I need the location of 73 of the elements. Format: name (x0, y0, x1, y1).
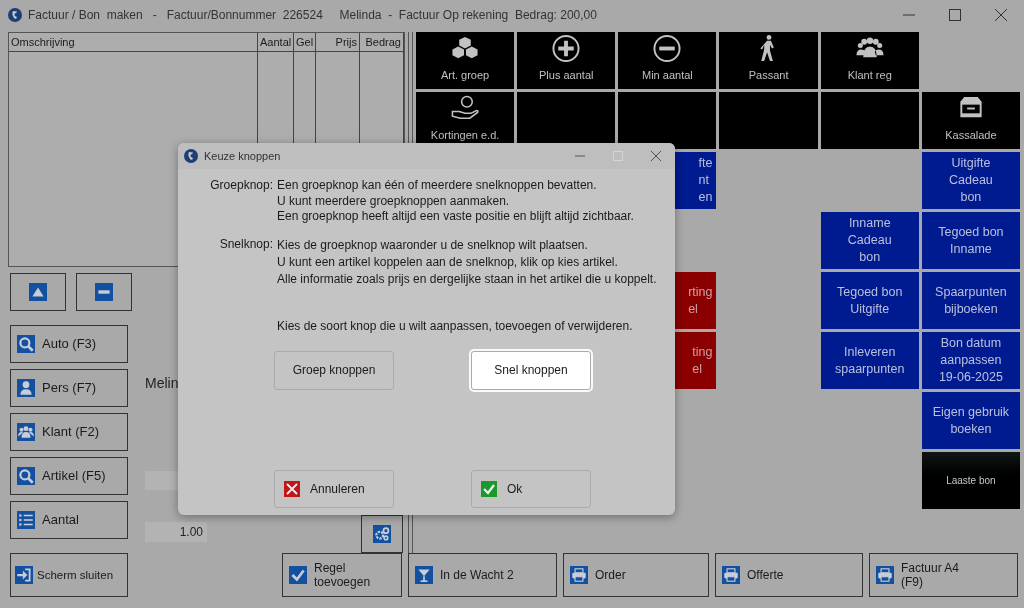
close-icon (284, 480, 300, 497)
app-icon (184, 149, 198, 163)
help-text: Een groepknop kan één of meerdere snelknoppen bevatten. (277, 178, 598, 194)
action-button[interactable]: Offerte (715, 553, 863, 597)
quantity-field[interactable]: 1.00 (145, 522, 207, 542)
plus-icon (551, 34, 582, 63)
scroll-up-button[interactable] (10, 273, 66, 311)
tile-button[interactable]: Uitgifte Cadeau bon (921, 152, 1020, 209)
help-text: Alle informatie zoals prijs en dergelijke staan in het artikel die u koppelt. (277, 270, 658, 288)
column-header: Omschrijving (9, 33, 258, 52)
section-label: Groepknop: (209, 178, 273, 194)
printer-icon (570, 566, 588, 584)
choice-button[interactable]: Groep knoppen (274, 350, 394, 390)
side-button[interactable]: Klant (F2) (10, 413, 128, 451)
search-icon (17, 335, 35, 353)
app-icon (8, 8, 22, 22)
window-title: Factuur / Bon maken - Factuur/Bonnummer 226524 Melinda - Factuur Op rekening Bedrag: 200,00 (28, 8, 598, 22)
column-header: Gel (294, 33, 316, 52)
help-text: U kunt een artikel koppelen aan de snelknop, klik op kies artikel. (277, 253, 619, 271)
remove-button[interactable] (76, 273, 132, 311)
side-button[interactable]: Artikel (F5) (10, 457, 128, 495)
help-text: U kunt meerdere groepknoppen aanmaken. (277, 193, 511, 209)
prompt-text: Kies de soort knop die u wilt aanpassen, toevoegen of verwijderen. (277, 318, 634, 333)
tile-button[interactable]: Tegoed bon Inname (921, 212, 1020, 269)
check-icon (481, 480, 497, 497)
printer-icon (876, 566, 894, 584)
tile-button[interactable]: Spaarpunten bijboeken (921, 272, 1020, 329)
tile-button[interactable]: Bon datum aanpassen 19-06-2025 (921, 332, 1020, 389)
glass-icon (415, 566, 433, 584)
tile-button[interactable]: Laaste bon (921, 452, 1020, 509)
printer-icon (722, 566, 740, 584)
maximize-icon[interactable] (949, 9, 961, 21)
tile-button[interactable]: Plus aantal (517, 32, 616, 89)
gears-icon (373, 525, 391, 543)
tile-button[interactable]: Passant (719, 32, 818, 89)
list-icon (17, 511, 35, 529)
action-button[interactable]: Order (563, 553, 709, 597)
check-icon (289, 566, 307, 584)
close-icon[interactable] (995, 9, 1007, 21)
tile-button[interactable]: Min aantal (618, 32, 717, 89)
action-button[interactable]: Factuur A4 (F9) (869, 553, 1018, 597)
minus-icon (652, 34, 683, 63)
tile-button[interactable]: Tegoed bon Uitgifte (820, 272, 919, 329)
cancel-button[interactable]: Annuleren (274, 469, 394, 508)
action-button[interactable]: Scherm sluiten (10, 553, 128, 597)
tile-button[interactable]: Kassalade (921, 92, 1020, 149)
choice-button[interactable]: Snel knoppen (471, 350, 591, 390)
person-icon (17, 379, 35, 397)
tile-button[interactable]: Klant reg (820, 32, 919, 89)
column-header: Bedrag (360, 33, 404, 52)
column-header: Prijs (316, 33, 360, 52)
customer-name: Melin (145, 375, 180, 391)
help-text: Kies de groepknop waaronder u de snelknop wilt plaatsen. (277, 236, 589, 254)
dialog-title: Keuze knoppen (204, 150, 282, 162)
minus-icon (95, 283, 113, 301)
tile-button[interactable]: Art. groep (416, 32, 515, 89)
group-icon (17, 423, 35, 441)
help-text: Een groepknop heeft altijd een vaste positie en blijft altijd zichtbaar. (277, 209, 635, 225)
tile-button[interactable]: Eigen gebruik boeken (921, 392, 1020, 449)
settings-button[interactable] (361, 515, 403, 553)
search-icon (17, 467, 35, 485)
section-label: Snelknop: (218, 236, 273, 253)
close-icon[interactable] (651, 151, 661, 161)
action-button[interactable]: In de Wacht 2 (408, 553, 557, 597)
ok-button[interactable]: Ok (471, 469, 591, 508)
side-button[interactable]: Aantal (10, 501, 128, 539)
tile-button[interactable]: Inname Cadeau bon (820, 212, 919, 269)
action-button[interactable]: Regel toevoegen (282, 553, 402, 597)
column-header: Aantal (258, 33, 294, 52)
side-button[interactable]: Pers (F7) (10, 369, 128, 407)
tile-button[interactable]: Inleveren spaarpunten (820, 332, 919, 389)
exit-icon (15, 566, 33, 584)
side-button[interactable]: Auto (F3) (10, 325, 128, 363)
